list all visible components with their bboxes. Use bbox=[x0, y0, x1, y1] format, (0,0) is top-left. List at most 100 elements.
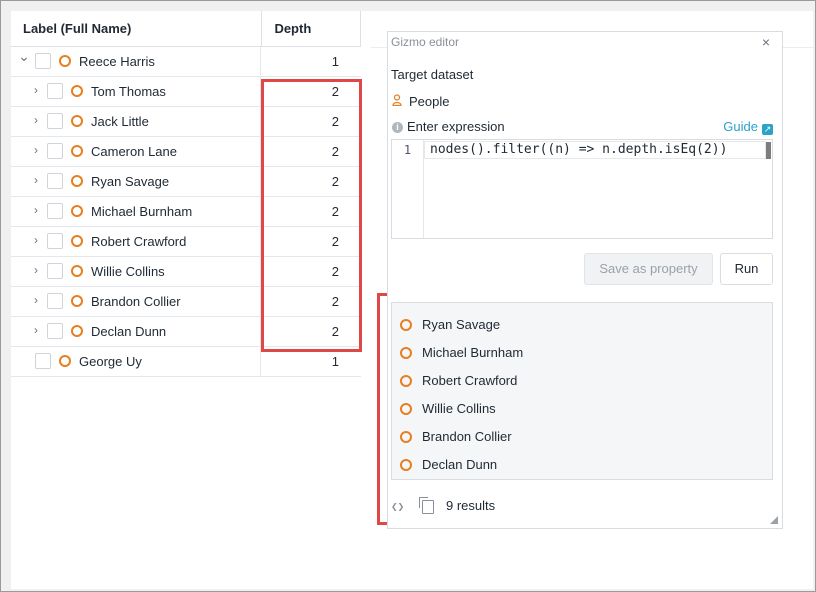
chevron-right-icon[interactable]: › bbox=[29, 263, 43, 277]
depth-cell: 2 bbox=[331, 204, 339, 219]
guide-link[interactable]: Guide ↗ bbox=[723, 119, 773, 135]
depth-cell: 2 bbox=[331, 324, 339, 339]
row-name[interactable]: Robert Crawford bbox=[91, 227, 186, 256]
table-row[interactable]: › Brandon Collier 2 bbox=[11, 287, 361, 317]
result-name: Declan Dunn bbox=[422, 457, 498, 472]
label-cell: › Cameron Lane bbox=[11, 137, 261, 166]
row-checkbox[interactable] bbox=[47, 203, 63, 219]
table-row[interactable]: › Willie Collins 2 bbox=[11, 257, 361, 287]
node-icon bbox=[71, 145, 83, 157]
row-checkbox[interactable] bbox=[35, 53, 51, 69]
chevron-right-icon[interactable]: › bbox=[29, 203, 43, 217]
chevron-right-icon[interactable]: › bbox=[29, 173, 43, 187]
chevron-right-icon[interactable]: › bbox=[29, 83, 43, 97]
table-row[interactable]: › Ryan Savage 2 bbox=[11, 167, 361, 197]
scrollbar[interactable] bbox=[766, 142, 771, 159]
result-name: Brandon Collier bbox=[422, 429, 512, 444]
data-table: Label (Full Name) Depth ⌄ Reece Harris 1 › T… bbox=[11, 11, 361, 377]
table-row[interactable]: › Declan Dunn 2 bbox=[11, 317, 361, 347]
row-checkbox[interactable] bbox=[47, 173, 63, 189]
row-name[interactable]: Brandon Collier bbox=[91, 287, 181, 316]
external-link-icon: ↗ bbox=[762, 124, 773, 135]
node-icon bbox=[59, 355, 71, 367]
code-toggle-icon[interactable]: ❮❯ bbox=[391, 500, 404, 513]
window-frame: Label (Full Name) Depth ⌄ Reece Harris 1 › T… bbox=[0, 0, 816, 592]
depth-cell: 2 bbox=[331, 114, 339, 129]
depth-cell: 2 bbox=[331, 264, 339, 279]
chevron-right-icon[interactable]: › bbox=[29, 113, 43, 127]
label-cell: › Tom Thomas bbox=[11, 77, 261, 106]
row-name[interactable]: Jack Little bbox=[91, 107, 149, 136]
row-checkbox[interactable] bbox=[35, 353, 51, 369]
editor-title: Gizmo editor bbox=[391, 35, 460, 49]
row-checkbox[interactable] bbox=[47, 113, 63, 129]
target-dataset-label: Target dataset bbox=[391, 67, 474, 82]
depth-cell: 2 bbox=[331, 84, 339, 99]
row-checkbox[interactable] bbox=[47, 263, 63, 279]
results-count: 9 results bbox=[446, 498, 496, 513]
row-checkbox[interactable] bbox=[47, 323, 63, 339]
row-name[interactable]: Cameron Lane bbox=[91, 137, 177, 166]
depth-cell: 2 bbox=[331, 294, 339, 309]
run-button[interactable]: Run bbox=[720, 253, 773, 285]
column-header-depth[interactable]: Depth bbox=[262, 11, 361, 46]
row-name[interactable]: Tom Thomas bbox=[91, 77, 166, 106]
label-cell: › Ryan Savage bbox=[11, 167, 261, 196]
row-name[interactable]: Reece Harris bbox=[79, 47, 155, 76]
chevron-right-icon[interactable]: › bbox=[29, 143, 43, 157]
label-cell: › Declan Dunn bbox=[11, 317, 261, 346]
column-header-label[interactable]: Label (Full Name) bbox=[11, 11, 263, 46]
row-name[interactable]: Michael Burnham bbox=[91, 197, 192, 226]
depth-cell: 2 bbox=[331, 174, 339, 189]
expression-code-editor[interactable]: 1 nodes().filter((n) => n.depth.isEq(2)) bbox=[391, 139, 773, 239]
table-row[interactable]: › Cameron Lane 2 bbox=[11, 137, 361, 167]
row-checkbox[interactable] bbox=[47, 83, 63, 99]
code-text[interactable]: nodes().filter((n) => n.depth.isEq(2)) bbox=[430, 140, 727, 160]
chevron-right-icon[interactable]: › bbox=[29, 293, 43, 307]
label-cell: › Willie Collins bbox=[11, 257, 261, 286]
node-icon bbox=[71, 295, 83, 307]
close-icon[interactable]: × bbox=[762, 34, 770, 50]
row-name[interactable]: George Uy bbox=[79, 347, 142, 376]
row-checkbox[interactable] bbox=[47, 293, 63, 309]
label-cell: › Brandon Collier bbox=[11, 287, 261, 316]
row-name[interactable]: Ryan Savage bbox=[91, 167, 169, 196]
node-icon bbox=[71, 115, 83, 127]
label-cell: › Michael Burnham bbox=[11, 197, 261, 226]
results-list: Ryan Savage Michael Burnham Robert Crawfor… bbox=[391, 302, 773, 480]
row-checkbox[interactable] bbox=[47, 143, 63, 159]
chevron-right-icon[interactable]: › bbox=[29, 323, 43, 337]
node-icon bbox=[71, 265, 83, 277]
chevron-down-icon[interactable]: ⌄ bbox=[17, 49, 31, 63]
table-row[interactable]: › Tom Thomas 2 bbox=[11, 77, 361, 107]
row-name[interactable]: Declan Dunn bbox=[91, 317, 166, 346]
person-icon bbox=[392, 94, 402, 106]
chevron-right-icon[interactable]: › bbox=[29, 233, 43, 247]
table-row[interactable]: George Uy 1 bbox=[11, 347, 361, 377]
result-name: Robert Crawford bbox=[422, 373, 518, 388]
table-row[interactable]: › Michael Burnham 2 bbox=[11, 197, 361, 227]
node-icon bbox=[71, 175, 83, 187]
gizmo-editor-panel: Gizmo editor × Target dataset People i E… bbox=[387, 31, 783, 529]
row-checkbox[interactable] bbox=[47, 233, 63, 249]
dataset-name[interactable]: People bbox=[409, 94, 449, 109]
node-icon bbox=[71, 85, 83, 97]
node-icon bbox=[400, 375, 412, 387]
table-row[interactable]: › Jack Little 2 bbox=[11, 107, 361, 137]
copy-icon[interactable] bbox=[419, 497, 434, 514]
save-as-property-button[interactable]: Save as property bbox=[584, 253, 713, 285]
depth-cell: 2 bbox=[331, 144, 339, 159]
label-cell: George Uy bbox=[11, 347, 261, 376]
table-row[interactable]: ⌄ Reece Harris 1 bbox=[11, 47, 361, 77]
table-row[interactable]: › Robert Crawford 2 bbox=[11, 227, 361, 257]
row-name[interactable]: Willie Collins bbox=[91, 257, 165, 286]
node-icon bbox=[400, 431, 412, 443]
node-icon bbox=[400, 403, 412, 415]
label-cell: ⌄ Reece Harris bbox=[11, 47, 261, 76]
guide-label: Guide bbox=[723, 119, 758, 134]
node-icon bbox=[400, 459, 412, 471]
node-icon bbox=[71, 325, 83, 337]
table-body: ⌄ Reece Harris 1 › Tom Thomas 2 › Jack Little 2 ›… bbox=[11, 47, 361, 377]
resize-handle-icon[interactable] bbox=[770, 516, 778, 524]
label-cell: › Robert Crawford bbox=[11, 227, 261, 256]
